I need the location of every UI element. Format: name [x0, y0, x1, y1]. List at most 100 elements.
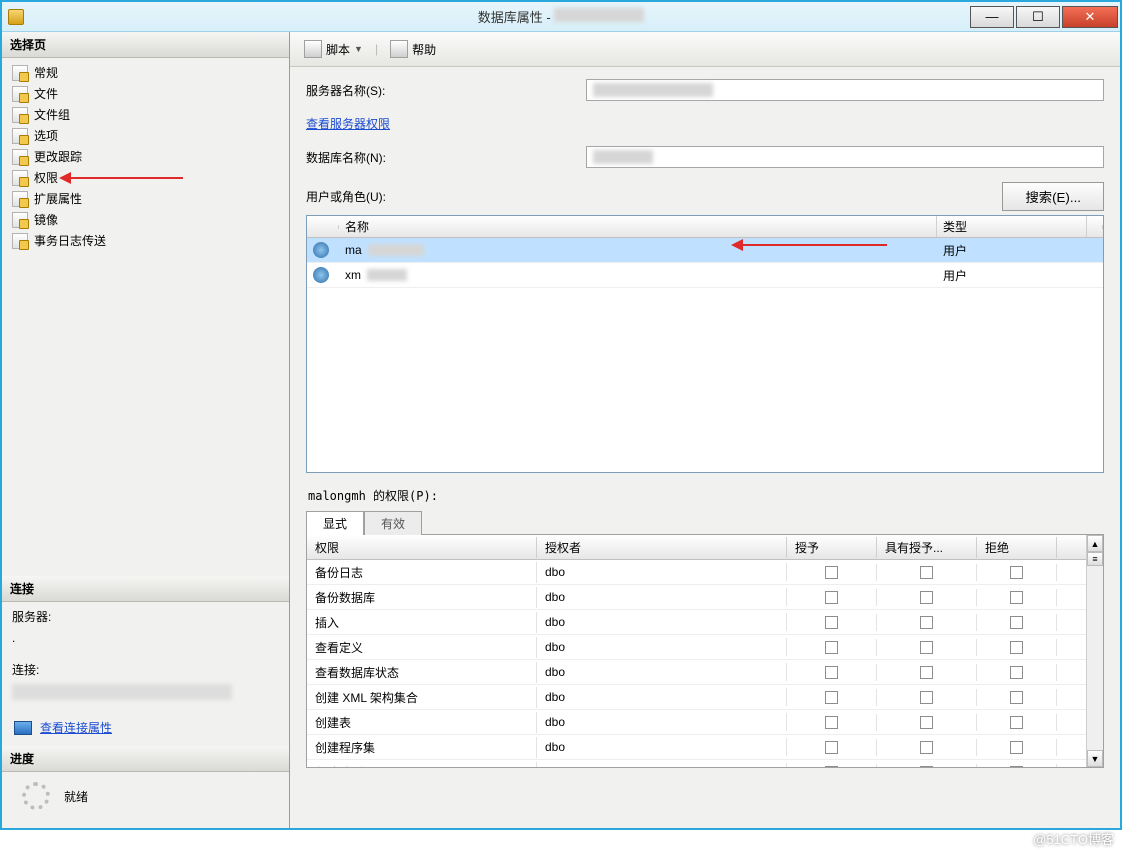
perm-row[interactable]: 备份数据库dbo — [307, 585, 1086, 610]
col-permission[interactable]: 权限 — [307, 537, 537, 558]
scroll-up-button[interactable]: ▲ — [1087, 535, 1103, 552]
perm-grantor: dbo — [537, 663, 787, 681]
with-grant-checkbox[interactable] — [920, 566, 933, 579]
perm-row[interactable]: 插入dbo — [307, 610, 1086, 635]
with-grant-checkbox[interactable] — [920, 666, 933, 679]
scrollbar[interactable]: ▲ ≡ ▼ — [1086, 535, 1103, 767]
grant-checkbox[interactable] — [825, 691, 838, 704]
users-grid-header: 名称 类型 — [307, 216, 1103, 238]
ready-label: 就绪 — [64, 788, 88, 805]
grant-checkbox[interactable] — [825, 741, 838, 754]
col-type[interactable]: 类型 — [937, 216, 1087, 237]
page-item-filegroups[interactable]: 文件组 — [8, 104, 283, 125]
perm-row[interactable]: 创建表dbo — [307, 710, 1086, 735]
page-item-options[interactable]: 选项 — [8, 125, 283, 146]
deny-checkbox[interactable] — [1010, 716, 1023, 729]
scroll-down-button[interactable]: ▼ — [1087, 750, 1103, 767]
connection-header: 连接 — [2, 576, 289, 602]
left-panel: 选择页 常规 文件 文件组 选项 更改跟踪 权限 扩展属性 镜像 事务日志传送 … — [2, 32, 290, 828]
page-item-general[interactable]: 常规 — [8, 62, 283, 83]
perm-name: 查看定义 — [307, 637, 537, 658]
deny-checkbox[interactable] — [1010, 691, 1023, 704]
user-row[interactable]: ma 用户 — [307, 238, 1103, 263]
deny-checkbox[interactable] — [1010, 666, 1023, 679]
right-panel: 脚本 ▼ | 帮助 服务器名称(S): 查看服务器权限 数据库名称(N): — [290, 32, 1120, 828]
perm-grantor: dbo — [537, 613, 787, 631]
page-icon — [12, 233, 28, 249]
perm-name: 插入 — [307, 612, 537, 633]
perm-row[interactable]: 创建队列dbo — [307, 760, 1086, 767]
grant-checkbox[interactable] — [825, 666, 838, 679]
with-grant-checkbox[interactable] — [920, 716, 933, 729]
grant-checkbox[interactable] — [825, 591, 838, 604]
col-deny[interactable]: 拒绝 — [977, 537, 1057, 558]
scroll-thumb[interactable]: ≡ — [1087, 552, 1103, 566]
users-label: 用户或角色(U): — [306, 188, 386, 205]
perm-grantor: dbo — [537, 563, 787, 581]
perm-row[interactable]: 备份日志dbo — [307, 560, 1086, 585]
help-button[interactable]: 帮助 — [386, 38, 440, 60]
grant-checkbox[interactable] — [825, 566, 838, 579]
permission-tabs: 显式 有效 — [306, 510, 1104, 534]
page-item-files[interactable]: 文件 — [8, 83, 283, 104]
col-name[interactable]: 名称 — [339, 216, 937, 237]
page-item-mirroring[interactable]: 镜像 — [8, 209, 283, 230]
perm-grid-header: 权限 授权者 授予 具有授予... 拒绝 — [307, 535, 1086, 560]
perm-row[interactable]: 查看数据库状态dbo — [307, 660, 1086, 685]
help-icon — [390, 40, 408, 58]
deny-checkbox[interactable] — [1010, 641, 1023, 654]
page-tree: 常规 文件 文件组 选项 更改跟踪 权限 扩展属性 镜像 事务日志传送 — [2, 58, 289, 576]
with-grant-checkbox[interactable] — [920, 741, 933, 754]
titlebar[interactable]: 数据库属性 - — ☐ ✕ — [2, 2, 1120, 32]
perm-name: 创建程序集 — [307, 737, 537, 758]
view-server-permissions-link[interactable]: 查看服务器权限 — [306, 115, 1104, 132]
with-grant-checkbox[interactable] — [920, 616, 933, 629]
tab-explicit[interactable]: 显式 — [306, 511, 364, 535]
server-value: . — [12, 631, 279, 645]
arrow-annotation — [63, 177, 183, 179]
page-item-changetracking[interactable]: 更改跟踪 — [8, 146, 283, 167]
col-grantor[interactable]: 授权者 — [537, 537, 787, 558]
with-grant-checkbox[interactable] — [920, 766, 933, 768]
col-with-grant[interactable]: 具有授予... — [877, 537, 977, 558]
deny-checkbox[interactable] — [1010, 566, 1023, 579]
grant-checkbox[interactable] — [825, 716, 838, 729]
tab-effective[interactable]: 有效 — [364, 511, 422, 535]
grant-checkbox[interactable] — [825, 641, 838, 654]
with-grant-checkbox[interactable] — [920, 691, 933, 704]
perm-row[interactable]: 创建 XML 架构集合dbo — [307, 685, 1086, 710]
deny-checkbox[interactable] — [1010, 741, 1023, 754]
with-grant-checkbox[interactable] — [920, 591, 933, 604]
perm-row[interactable]: 创建程序集dbo — [307, 735, 1086, 760]
script-button[interactable]: 脚本 ▼ — [300, 38, 367, 60]
user-row[interactable]: xm 用户 — [307, 263, 1103, 288]
deny-checkbox[interactable] — [1010, 591, 1023, 604]
dropdown-arrow-icon[interactable]: ▼ — [354, 44, 363, 54]
perm-name: 查看数据库状态 — [307, 662, 537, 683]
col-grant[interactable]: 授予 — [787, 537, 877, 558]
with-grant-checkbox[interactable] — [920, 641, 933, 654]
page-item-permissions[interactable]: 权限 — [8, 167, 283, 188]
perm-row[interactable]: 查看定义dbo — [307, 635, 1086, 660]
page-icon — [12, 86, 28, 102]
search-button[interactable]: 搜索(E)... — [1002, 182, 1104, 211]
page-item-logshipping[interactable]: 事务日志传送 — [8, 230, 283, 251]
page-item-extended[interactable]: 扩展属性 — [8, 188, 283, 209]
db-name-label: 数据库名称(N): — [306, 149, 586, 166]
grant-checkbox[interactable] — [825, 616, 838, 629]
dialog-window: 数据库属性 - — ☐ ✕ 选择页 常规 文件 文件组 选项 更改跟踪 权限 扩… — [0, 0, 1122, 830]
permissions-for-label: malongmh 的权限(P): — [308, 487, 1102, 504]
permissions-grid: 权限 授权者 授予 具有授予... 拒绝 备份日志dbo备份数据库dbo插入db… — [306, 534, 1104, 768]
user-icon — [313, 242, 329, 258]
server-name-label: 服务器名称(S): — [306, 82, 586, 99]
deny-checkbox[interactable] — [1010, 616, 1023, 629]
grant-checkbox[interactable] — [825, 766, 838, 768]
db-name-field — [586, 146, 1104, 168]
perm-name: 创建队列 — [307, 762, 537, 768]
progress-header: 进度 — [2, 746, 289, 772]
deny-checkbox[interactable] — [1010, 766, 1023, 768]
scroll-track[interactable] — [1087, 566, 1103, 750]
view-connection-link[interactable]: 查看连接属性 — [40, 719, 112, 736]
page-icon — [12, 128, 28, 144]
page-icon — [12, 191, 28, 207]
